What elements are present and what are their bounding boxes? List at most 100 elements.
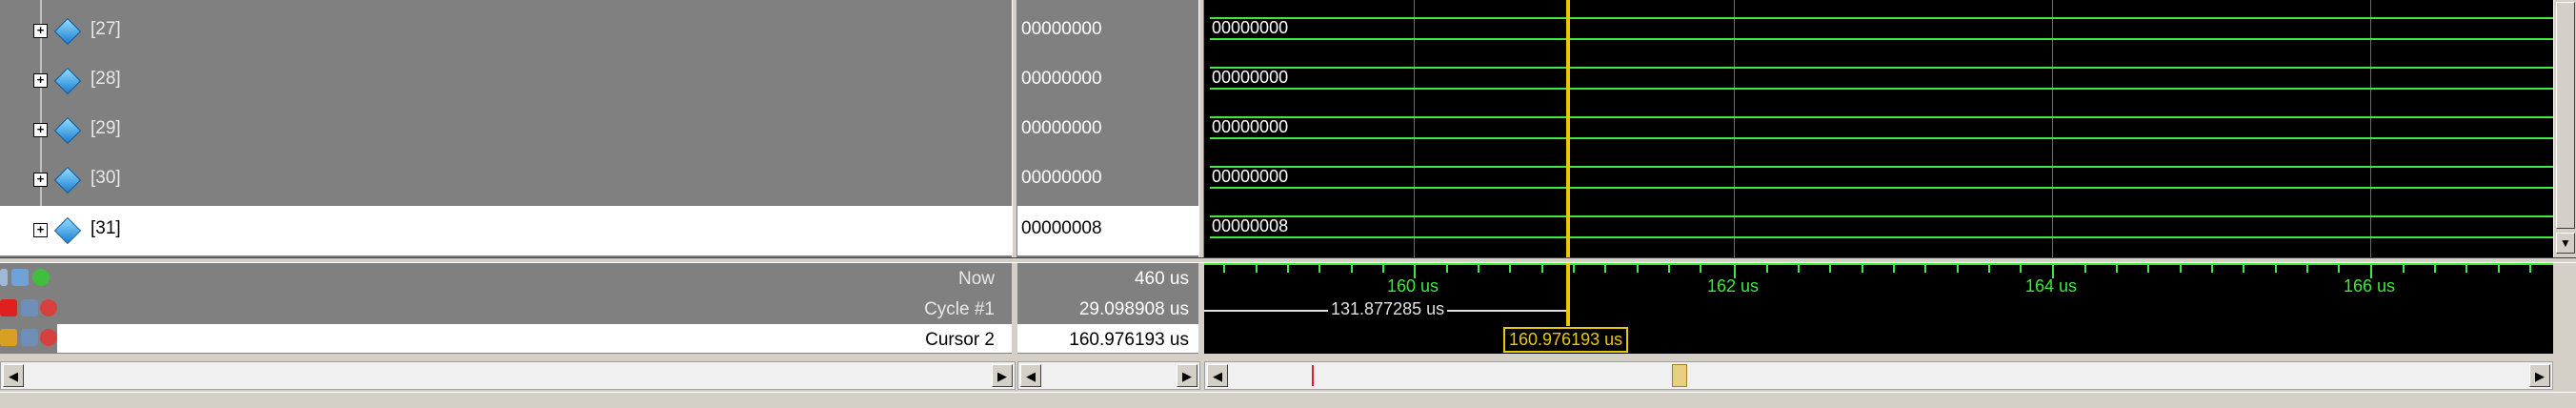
wave-horizontal-scrollbar[interactable]: ◀ ▶	[1204, 361, 2553, 390]
minor-tick	[2529, 265, 2531, 273]
value-row: 00000000	[1017, 103, 1198, 153]
scroll-right-arrow-icon[interactable]: ▶	[1177, 364, 1197, 387]
window-icon[interactable]	[11, 269, 29, 286]
minor-tick	[2147, 265, 2149, 273]
expand-plus-icon[interactable]: +	[33, 123, 48, 137]
wave-trace	[1210, 67, 2553, 69]
signal-row-30[interactable]: + [30]	[0, 153, 1012, 202]
expand-plus-icon[interactable]: +	[33, 223, 48, 237]
wave-value: 00000000	[1212, 18, 1289, 37]
time-tick-label: 162 us	[1707, 276, 1760, 296]
value-row: 00000000	[1017, 4, 1198, 53]
cursor-time-marker[interactable]: 160.976193 us	[1503, 327, 1629, 353]
wave-pane[interactable]: 00000000 00000000 00000000 00000000 0000…	[1204, 0, 2553, 257]
minor-tick	[1637, 265, 1639, 273]
scroll-down-arrow-icon[interactable]: ▼	[2556, 233, 2575, 254]
vertical-scrollbar[interactable]: ▼	[2553, 0, 2576, 257]
signal-diamond-icon	[53, 67, 82, 95]
cursor-line[interactable]	[1566, 263, 1570, 326]
signal-label: [29]	[91, 118, 121, 138]
wave-trace	[1210, 215, 2553, 217]
wave-trace	[1210, 236, 2553, 238]
minor-tick	[1924, 265, 1926, 273]
expand-plus-icon[interactable]: +	[33, 73, 48, 88]
scroll-left-arrow-icon[interactable]: ◀	[1207, 364, 1228, 387]
minor-tick	[2084, 265, 2086, 273]
scroll-left-arrow-icon[interactable]: ◀	[3, 364, 24, 387]
status-strip	[0, 392, 2576, 408]
wave-value: 00000000	[1212, 68, 1289, 87]
minor-tick	[2116, 265, 2118, 273]
wrench-icon[interactable]	[21, 299, 38, 316]
selected-cursor-row[interactable]	[57, 324, 1012, 353]
wave-value: 00000000	[1212, 117, 1289, 136]
value-horizontal-scrollbar[interactable]: ◀ ▶	[1017, 361, 1200, 390]
signal-value: 00000000	[1021, 69, 1102, 89]
minor-tick	[1446, 265, 1448, 273]
minor-tick	[1287, 265, 1289, 273]
cursor2-label[interactable]: Cursor 2	[925, 330, 995, 351]
minor-tick	[1318, 265, 1320, 273]
scrollbar-thumb[interactable]	[1672, 364, 1687, 387]
signal-label: [28]	[91, 69, 121, 89]
remove-circle-icon[interactable]	[40, 299, 57, 316]
signal-row-27[interactable]: + [27]	[0, 4, 1012, 53]
value-row: 00000000	[1017, 53, 1198, 103]
minor-tick	[1862, 265, 1863, 273]
signal-diamond-icon	[53, 17, 82, 46]
remove-circle-icon[interactable]	[40, 329, 57, 346]
minor-tick	[1957, 265, 1959, 273]
minor-tick	[1829, 265, 1831, 273]
wave-value: 00000008	[1212, 216, 1289, 235]
wave-trace	[1210, 17, 2553, 19]
name-horizontal-scrollbar[interactable]: ◀ ▶	[0, 361, 1016, 390]
scroll-right-arrow-icon[interactable]: ▶	[992, 364, 1013, 387]
signal-value: 00000000	[1021, 168, 1102, 188]
cycle-value: 29.098908 us	[1078, 299, 1189, 319]
minor-tick	[1223, 265, 1225, 273]
minor-tick	[1668, 265, 1670, 273]
signal-diamond-icon	[53, 116, 82, 145]
signal-row-29[interactable]: + [29]	[0, 103, 1012, 153]
minor-tick	[2020, 265, 2022, 273]
cursor2-value: 160.976193 us	[1069, 330, 1189, 350]
expand-plus-icon[interactable]: +	[33, 173, 48, 187]
value-row: 00000008	[1017, 206, 1198, 255]
scroll-left-arrow-icon[interactable]: ◀	[1020, 364, 1041, 387]
lock-icon[interactable]	[0, 299, 17, 316]
minor-tick	[1256, 265, 1258, 273]
minor-tick	[2498, 265, 2500, 273]
signal-row-28[interactable]: + [28]	[0, 53, 1012, 103]
add-circle-icon[interactable]	[32, 269, 50, 286]
minor-tick	[2465, 265, 2467, 273]
timeline-ruler[interactable]: 160 us 162 us 164 us 166 us 131.877285 u…	[1204, 263, 2553, 354]
signal-diamond-icon	[53, 216, 82, 245]
minor-tick	[1509, 265, 1511, 273]
minor-tick	[1893, 265, 1895, 273]
minor-tick	[1351, 265, 1353, 273]
minor-tick	[1988, 265, 1990, 273]
signal-row-31[interactable]: + [31]	[0, 206, 1012, 255]
minor-tick	[1604, 265, 1606, 273]
signal-label: [30]	[91, 168, 121, 188]
wave-trace	[1210, 116, 2553, 118]
now-label: Now	[957, 269, 995, 289]
scroll-right-arrow-icon[interactable]: ▶	[2529, 364, 2550, 387]
minor-tick	[2211, 265, 2213, 273]
cycle-label: Cycle #1	[924, 299, 995, 319]
expand-plus-icon[interactable]: +	[33, 24, 48, 38]
wrench-icon[interactable]	[21, 329, 38, 346]
cursor-line[interactable]	[1566, 0, 1570, 257]
lock-icon[interactable]	[0, 329, 17, 346]
wave-trace	[1210, 166, 2553, 168]
now-value: 460 us	[1134, 269, 1189, 289]
minor-tick	[1478, 265, 1479, 273]
cursor-value-pane: 460 us 29.098908 us 160.976193 us	[1017, 263, 1198, 354]
minor-tick	[1573, 265, 1575, 273]
minor-tick	[2403, 265, 2405, 273]
time-tick-label: 166 us	[2344, 276, 2396, 296]
wave-value: 00000000	[1212, 167, 1289, 186]
wave-trace	[1210, 88, 2553, 90]
signal-value: 00000000	[1021, 19, 1102, 39]
scrollbar-thumb[interactable]	[2556, 2, 2575, 229]
